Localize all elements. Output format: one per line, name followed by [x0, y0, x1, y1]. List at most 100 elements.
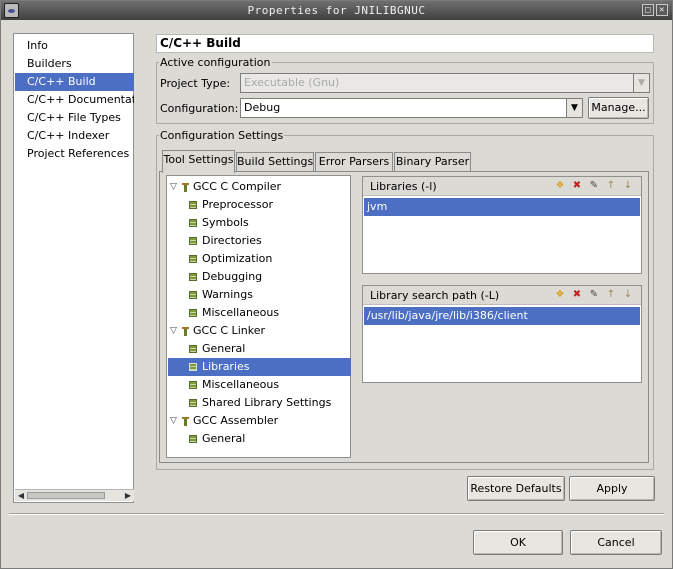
option-category-icon: [189, 255, 197, 263]
tree-item-debugging[interactable]: Debugging: [168, 268, 351, 286]
option-category-icon: [189, 435, 197, 443]
tree-item-optimization[interactable]: Optimization: [168, 250, 351, 268]
tree-item-shared-library-settings[interactable]: Shared Library Settings: [168, 394, 351, 412]
tree-item-linker-miscellaneous[interactable]: Miscellaneous: [168, 376, 351, 394]
add-icon[interactable]: ❖: [555, 181, 565, 191]
tree-item-gcc-c-linker[interactable]: ▽ GCC C Linker: [168, 322, 351, 340]
tree-item-warnings[interactable]: Warnings: [168, 286, 351, 304]
move-up-icon[interactable]: ↑: [606, 290, 616, 300]
move-down-icon[interactable]: ↓: [623, 290, 633, 300]
tree-item-label: General: [202, 342, 246, 355]
option-category-icon: [189, 345, 197, 353]
tree-item-label: Libraries: [202, 360, 250, 373]
nav-item-cpp-build[interactable]: C/C++ Build: [15, 73, 134, 91]
tree-item-label: Optimization: [202, 252, 273, 265]
option-category-icon: [189, 381, 197, 389]
configuration-combo[interactable]: Debug ▼: [240, 98, 583, 118]
option-category-icon: [189, 219, 197, 227]
scroll-left-icon[interactable]: ◀: [16, 491, 26, 501]
apply-button[interactable]: Apply: [569, 476, 655, 501]
tree-item-compiler-miscellaneous[interactable]: Miscellaneous: [168, 304, 351, 322]
libraries-header: Libraries (-l) ❖ ✖ ✎ ↑ ↓: [363, 177, 641, 196]
separator: [9, 513, 664, 515]
tree-item-linker-general[interactable]: General: [168, 340, 351, 358]
chevron-down-icon[interactable]: ▼: [566, 98, 583, 118]
tree-item-gcc-assembler[interactable]: ▽ GCC Assembler: [168, 412, 351, 430]
option-category-icon: [189, 237, 197, 245]
tree-item-label: General: [202, 432, 246, 445]
tree-item-assembler-general[interactable]: General: [168, 430, 351, 448]
tab-binary-parser[interactable]: Binary Parser: [394, 152, 471, 171]
property-page-list: Info Builders C/C++ Build C/C++ Document…: [13, 33, 134, 503]
option-category-icon: [189, 309, 197, 317]
maximize-button[interactable]: □: [642, 4, 654, 16]
configuration-value: Debug: [244, 101, 281, 114]
libraries-header-label: Libraries (-l): [370, 180, 437, 193]
libraries-list: Libraries (-l) ❖ ✖ ✎ ↑ ↓ jvm: [362, 176, 642, 274]
ok-button[interactable]: OK: [473, 530, 563, 555]
page-title: C/C++ Build: [156, 34, 654, 53]
window-title: Properties for JNILIBGNUC: [247, 4, 426, 17]
configuration-label: Configuration:: [160, 102, 239, 115]
nav-item-builders[interactable]: Builders: [15, 55, 134, 73]
move-down-icon[interactable]: ↓: [623, 181, 633, 191]
tab-error-parsers[interactable]: Error Parsers: [315, 152, 393, 171]
tree-item-label: GCC Assembler: [193, 414, 279, 427]
active-configuration-label: Active configuration: [159, 56, 272, 69]
tool-icon: [182, 417, 189, 426]
expand-triangle-icon[interactable]: ▽: [170, 322, 180, 340]
nav-item-cpp-file-types[interactable]: C/C++ File Types: [15, 109, 134, 127]
tree-item-label: Symbols: [202, 216, 249, 229]
option-category-icon: [189, 399, 197, 407]
project-type-value: Executable (Gnu): [244, 76, 340, 89]
nav-horizontal-scrollbar[interactable]: ◀ ▶: [15, 489, 134, 501]
scroll-right-icon[interactable]: ▶: [123, 491, 133, 501]
tree-item-label: Debugging: [202, 270, 263, 283]
edit-icon[interactable]: ✎: [589, 290, 599, 300]
scroll-thumb[interactable]: [27, 492, 105, 499]
tree-item-label: Directories: [202, 234, 262, 247]
tree-item-label: Warnings: [202, 288, 253, 301]
option-category-icon: [189, 363, 197, 371]
tool-tree: ▽ GCC C Compiler Preprocessor Symbols Di…: [166, 175, 351, 458]
tree-item-label: Shared Library Settings: [202, 396, 332, 409]
tab-build-settings[interactable]: Build Settings: [236, 152, 314, 171]
option-category-icon: [189, 291, 197, 299]
configuration-settings-label: Configuration Settings: [159, 129, 285, 142]
move-up-icon[interactable]: ↑: [606, 181, 616, 191]
app-icon: [4, 3, 19, 18]
manage-button[interactable]: Manage...: [588, 97, 649, 119]
tree-item-libraries[interactable]: Libraries: [168, 358, 351, 376]
tab-tool-settings[interactable]: Tool Settings: [162, 150, 235, 173]
option-category-icon: [189, 201, 197, 209]
tree-item-label: Miscellaneous: [202, 306, 280, 319]
tree-item-label: GCC C Compiler: [193, 180, 282, 193]
tree-item-directories[interactable]: Directories: [168, 232, 351, 250]
nav-item-cpp-indexer[interactable]: C/C++ Indexer: [15, 127, 134, 145]
library-search-path-header-label: Library search path (-L): [370, 289, 500, 302]
tree-item-preprocessor[interactable]: Preprocessor: [168, 196, 351, 214]
tree-item-label: GCC C Linker: [193, 324, 265, 337]
close-button[interactable]: ✕: [656, 4, 668, 16]
expand-triangle-icon[interactable]: ▽: [170, 178, 180, 196]
list-item[interactable]: jvm: [364, 198, 640, 216]
nav-item-info[interactable]: Info: [15, 37, 134, 55]
delete-icon[interactable]: ✖: [572, 290, 582, 300]
nav-item-project-references[interactable]: Project References: [15, 145, 134, 163]
add-icon[interactable]: ❖: [555, 290, 565, 300]
tool-icon: [182, 327, 189, 336]
cancel-button[interactable]: Cancel: [570, 530, 662, 555]
tree-item-symbols[interactable]: Symbols: [168, 214, 351, 232]
nav-item-cpp-documentation[interactable]: C/C++ Documentation: [15, 91, 134, 109]
tool-icon: [182, 183, 189, 192]
option-category-icon: [189, 273, 197, 281]
delete-icon[interactable]: ✖: [572, 181, 582, 191]
restore-defaults-button[interactable]: Restore Defaults: [467, 476, 565, 501]
tree-item-gcc-c-compiler[interactable]: ▽ GCC C Compiler: [168, 178, 351, 196]
list-item[interactable]: /usr/lib/java/jre/lib/i386/client: [364, 307, 640, 325]
project-type-label: Project Type:: [160, 77, 231, 90]
tree-item-label: Miscellaneous: [202, 378, 280, 391]
expand-triangle-icon[interactable]: ▽: [170, 412, 180, 430]
title-bar: Properties for JNILIBGNUC □ ✕: [1, 1, 672, 20]
edit-icon[interactable]: ✎: [589, 181, 599, 191]
